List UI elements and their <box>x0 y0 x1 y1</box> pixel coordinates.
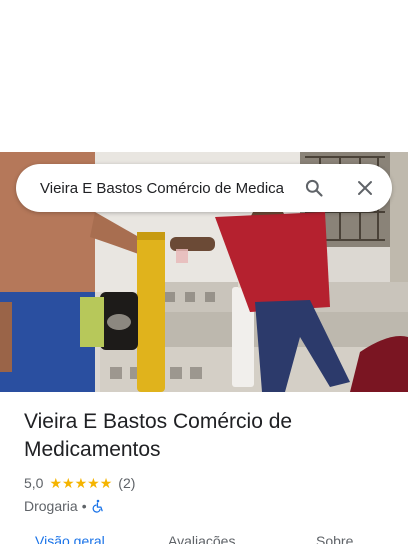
star-icon: ★ <box>87 475 100 491</box>
star-icon: ★ <box>62 475 75 491</box>
category-row: Drogaria • <box>24 496 394 516</box>
star-icon: ★ <box>74 475 88 491</box>
blank-area <box>0 0 408 152</box>
place-info: Vieira E Bastos Comércio de Medicamentos… <box>24 408 394 516</box>
place-title: Vieira E Bastos Comércio de Medicamentos <box>24 410 293 461</box>
tab-reviews[interactable]: Avaliações <box>168 533 235 544</box>
rating-row[interactable]: 5,0 ★ ★ ★ ★ ★ (2) <box>24 474 394 492</box>
close-button[interactable] <box>353 176 377 200</box>
search-button[interactable] <box>302 176 326 200</box>
star-icon: ★ <box>99 475 113 491</box>
wheelchair-icon <box>91 499 105 513</box>
tab-overview[interactable]: Visão geral <box>35 533 105 544</box>
search-input[interactable]: Vieira E Bastos Comércio de Medica <box>40 180 290 197</box>
review-count[interactable]: (2) <box>118 475 135 491</box>
search-icon <box>305 179 323 197</box>
star-rating: ★ ★ ★ ★ ★ <box>49 476 112 490</box>
rating-value: 5,0 <box>24 475 44 491</box>
place-tabs: Visão geral Avaliações Sobre <box>0 530 408 544</box>
star-icon: ★ <box>49 475 63 491</box>
close-icon <box>358 181 372 195</box>
tab-about[interactable]: Sobre <box>316 533 353 544</box>
search-bar[interactable]: Vieira E Bastos Comércio de Medica <box>16 164 392 212</box>
place-category: Drogaria <box>24 498 78 514</box>
separator-dot: • <box>81 498 87 514</box>
